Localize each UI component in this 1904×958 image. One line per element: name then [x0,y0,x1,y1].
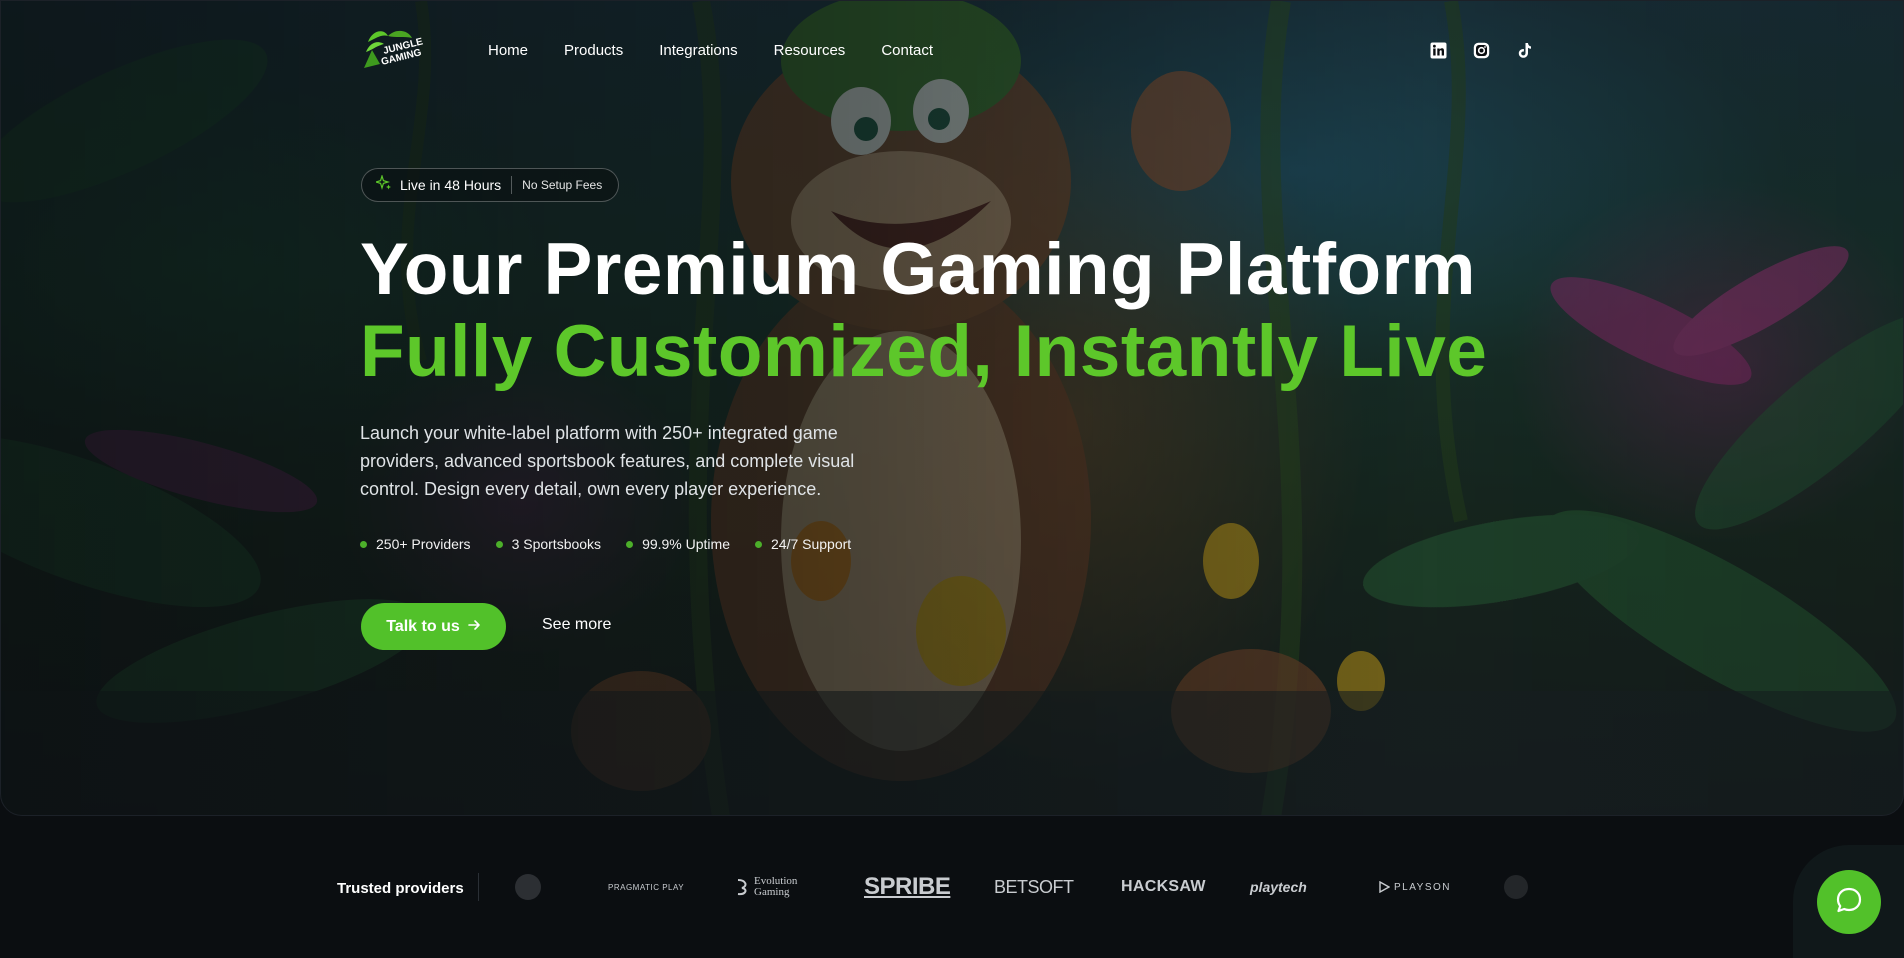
providers-strip [0,816,1904,958]
instagram-icon[interactable] [1472,41,1490,59]
main-nav: Home Products Integrations Resources Con… [488,42,933,59]
playtech-logo: playtech [1250,872,1307,902]
nav-integrations[interactable]: Integrations [659,42,737,59]
bullet-dot-icon [495,540,503,548]
bullet-dot-icon [360,540,367,548]
feature-item: 250+ Providers [360,536,471,552]
tiktok-icon[interactable] [1515,41,1533,59]
feature-label: 250+ Providers [376,536,471,552]
feature-item: 3 Sportsbooks [495,536,602,552]
see-more-link[interactable]: See more [542,616,611,634]
talk-to-us-label: Talk to us [386,617,460,635]
jungle-gaming-logo[interactable]: JUNGLE GAMING [362,28,424,72]
feature-label: 24/7 Support [771,536,852,552]
hacksaw-text: HACKSAW [1121,878,1206,895]
hero-overlay [1,1,1903,815]
feature-item: 24/7 Support [755,536,851,552]
hero-title-line1: Your Premium Gaming Platform [360,229,1476,310]
nav-home[interactable]: Home [488,42,528,59]
bullet-dot-icon [755,540,762,548]
playson-logo: PLAYSON [1378,872,1451,902]
feature-label: 3 Sportsbooks [511,536,602,552]
playson-text: PLAYSON [1394,881,1451,893]
chat-bubble-icon [1834,885,1864,920]
evolution-gaming-logo: Evolution Gaming [736,872,814,902]
spribe-text: SPRIBE [864,873,951,900]
hero-section [0,0,1904,816]
talk-to-us-button[interactable]: Talk to us [361,603,506,650]
linkedin-icon[interactable] [1429,41,1447,59]
faded-provider-logo-left [500,872,556,902]
arrow-right-icon [467,618,481,636]
hero-description: Launch your white-label platform with 25… [360,423,855,499]
hacksaw-logo: HACKSAW [1121,872,1206,902]
launch-badge: Live in 48 Hours No Setup Fees [361,168,620,202]
nav-products[interactable]: Products [564,42,623,59]
spribe-logo: SPRIBE [864,872,951,902]
betsoft-logo: BETSOFT [994,872,1074,902]
bullet-dot-icon [626,540,634,548]
feature-item: 99.9% Uptime [626,536,730,552]
providers-divider [478,873,479,901]
social-links [1429,41,1533,59]
faded-provider-logo-right [1496,872,1536,902]
nav-contact[interactable]: Contact [881,42,933,59]
playtech-text: playtech [1250,879,1307,895]
pragmatic-play-logo: PRAGMATIC PLAY [608,872,684,902]
betsoft-text: BETSOFT [994,876,1074,897]
badge-primary-text: Live in 48 Hours [400,177,502,193]
feature-list: 250+ Providers 3 Sportsbooks 99.9% Uptim… [360,536,851,552]
sparkle-icon [373,173,392,196]
hero-title-line2: Fully Customized, Instantly Live [360,311,1488,392]
pragmatic-play-text: PRAGMATIC PLAY [608,882,685,892]
feature-label: 99.9% Uptime [642,536,730,552]
nav-resources[interactable]: Resources [774,42,846,59]
trusted-providers-label: Trusted providers [337,880,464,897]
badge-divider [511,176,513,194]
chat-button[interactable] [1817,870,1881,934]
badge-secondary-text: No Setup Fees [522,178,603,192]
evolution-gaming-text: Evolution Gaming [754,875,798,898]
